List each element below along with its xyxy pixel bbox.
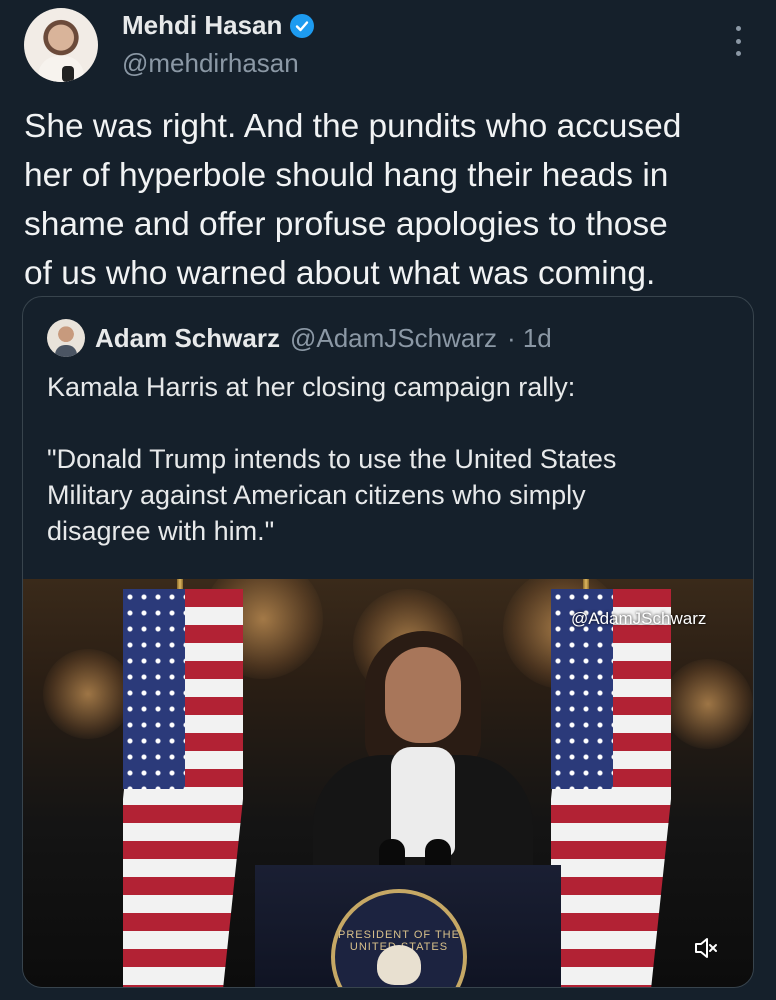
author-handle[interactable]: @mehdirhasan (122, 48, 299, 79)
author-avatar[interactable] (24, 8, 98, 82)
background-light (43, 649, 133, 739)
quoted-header: Adam Schwarz @AdamJSchwarz · 1d (95, 323, 552, 354)
quoted-handle[interactable]: @AdamJSchwarz (290, 323, 497, 354)
american-flag-right (551, 589, 671, 987)
seal-eagle-icon (377, 945, 421, 985)
quoted-tweet[interactable]: Adam Schwarz @AdamJSchwarz · 1d Kamala H… (22, 296, 754, 988)
author-name-row: Mehdi Hasan (122, 10, 315, 41)
background-light (663, 659, 753, 749)
verified-badge-icon (290, 13, 315, 38)
quoted-avatar-suit (55, 345, 77, 357)
video-watermark: @AdamJSchwarz (571, 609, 707, 628)
avatar-shirt (38, 56, 84, 82)
quoted-video[interactable]: PRESIDENT OF THE UNITED STATES @AdamJSch… (23, 579, 753, 987)
quoted-text: Kamala Harris at her closing campaign ra… (47, 372, 617, 546)
presidential-seal: PRESIDENT OF THE UNITED STATES (331, 889, 467, 987)
more-options-icon[interactable] (730, 26, 746, 56)
avatar-microphone (62, 66, 74, 82)
quoted-author-avatar[interactable] (47, 319, 85, 357)
american-flag-left (123, 589, 243, 987)
tweet-text: She was right. And the pundits who accus… (24, 108, 682, 292)
speaker-muted-icon[interactable] (693, 935, 719, 961)
quoted-display-name[interactable]: Adam Schwarz (95, 323, 280, 354)
podium: PRESIDENT OF THE UNITED STATES (255, 865, 561, 987)
quoted-timestamp[interactable]: · 1d (507, 323, 552, 354)
author-display-name[interactable]: Mehdi Hasan (122, 10, 282, 41)
